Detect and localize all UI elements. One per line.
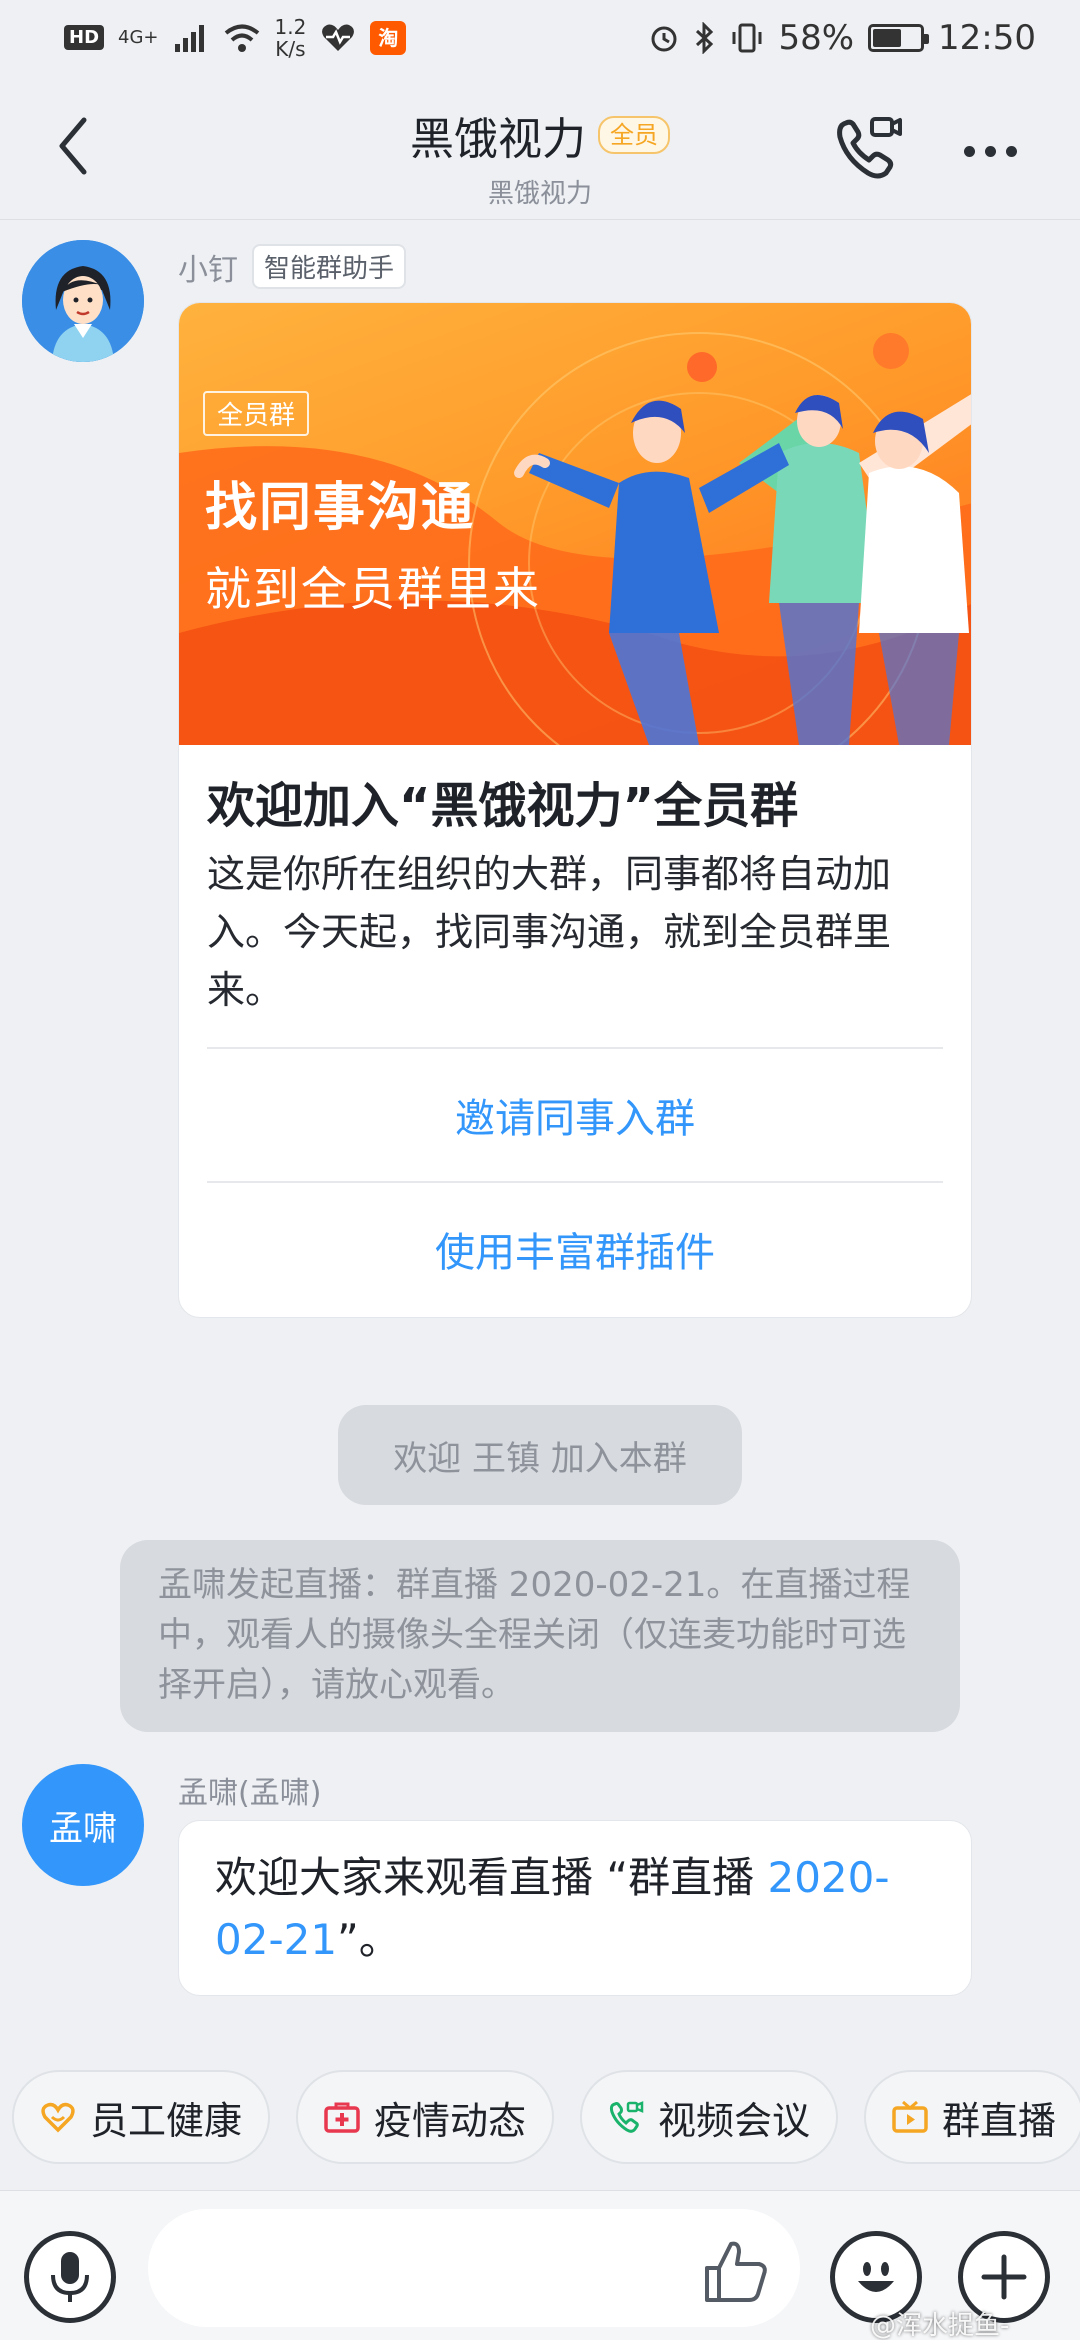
bot-avatar-illustration	[22, 240, 144, 362]
tv-icon	[892, 2099, 928, 2135]
watermark: @浑水捉鱼-	[870, 2311, 1010, 2340]
quick-action-bar: 员工健康 疫情动态 视频会议 群直播	[12, 2070, 1080, 2166]
system-live-notice: 孟啸发起直播：群直播 2020-02-21。在直播过程中，观看人的摄像头全程关闭…	[120, 1540, 960, 1732]
card-body: 欢迎加入“黑饿视力”全员群 这是你所在组织的大群，同事都将自动加入。今天起，找同…	[179, 745, 971, 1019]
quick-action-video-meeting[interactable]: 视频会议	[580, 2070, 839, 2164]
quick-action-label: 员工健康	[90, 2098, 243, 2143]
net-speed: 1.2 K/s	[275, 16, 307, 60]
net-speed-value: 1.2	[274, 14, 307, 39]
video-call-icon	[608, 2099, 644, 2135]
net-speed-unit: K/s	[275, 36, 306, 61]
message-text-end: ”。	[337, 1915, 401, 1964]
heart-icon	[40, 2099, 76, 2135]
user-avatar[interactable]: 孟啸	[22, 1764, 144, 1886]
all-member-badge: 全员	[598, 116, 670, 154]
hd-badge: HD	[64, 25, 105, 50]
taobao-icon: 淘	[370, 20, 407, 55]
quick-action-label: 视频会议	[658, 2098, 811, 2143]
quick-action-label: 群直播	[942, 2098, 1057, 2143]
microphone-icon	[51, 2252, 89, 2302]
battery-icon	[868, 23, 930, 52]
video-call-icon	[837, 117, 902, 179]
group-plugins-button[interactable]: 使用丰富群插件	[179, 1183, 971, 1315]
more-icon-dot	[984, 145, 996, 157]
battery-percent: 58%	[778, 17, 855, 58]
card-title: 欢迎加入“黑饿视力”全员群	[207, 778, 799, 834]
quick-action-epidemic-news[interactable]: 疫情动态	[296, 2070, 555, 2164]
chat-title-block[interactable]: 黑饿视力 全员 黑饿视力	[0, 103, 1080, 210]
more-icon	[963, 145, 975, 157]
wifi-icon	[224, 24, 259, 52]
health-heart-icon	[322, 24, 355, 51]
banner-title: 找同事沟通	[205, 478, 476, 538]
welcome-card[interactable]: 全员群 找同事沟通 就到全员群里来 欢迎加入“黑饿视力”全员群 这是你所在组织的…	[178, 302, 972, 1318]
quick-action-employee-health[interactable]: 员工健康	[12, 2070, 271, 2164]
medical-kit-icon	[324, 2099, 360, 2135]
invite-colleagues-button[interactable]: 邀请同事入群	[179, 1049, 971, 1181]
welcome-banner: 全员群 找同事沟通 就到全员群里来	[179, 303, 971, 745]
clock: 12:50	[938, 17, 1036, 58]
bot-role-tag: 智能群助手	[252, 244, 407, 289]
bluetooth-icon	[696, 21, 714, 54]
group-name: 黑饿视力	[410, 114, 586, 165]
alarm-icon	[651, 26, 677, 51]
system-welcome-message: 欢迎 王镇 加入本群	[338, 1405, 742, 1505]
bot-sender-row: 小钉 智能群助手	[178, 244, 407, 289]
plus-icon	[981, 2254, 1027, 2300]
thumbs-up-button[interactable]	[696, 2231, 776, 2311]
status-left: HD 4G+ 1.2 K/s 淘	[64, 16, 407, 60]
card-description: 这是你所在组织的大群，同事都将自动加入。今天起，找同事沟通，就到全员群里来。	[207, 852, 892, 1012]
thumbs-up-icon	[705, 2241, 767, 2302]
bot-avatar[interactable]	[22, 240, 144, 362]
more-icon-dot	[1005, 145, 1017, 157]
banner-tag: 全员群	[203, 391, 310, 436]
battery-fill	[873, 28, 902, 47]
bot-sender-name: 小钉	[178, 252, 238, 288]
vibrate-icon	[732, 23, 762, 52]
emoji-icon	[858, 2262, 894, 2292]
message-text: 欢迎大家来观看直播 “群直播	[215, 1853, 768, 1902]
status-right: 58% 12:50	[648, 18, 1036, 58]
user-sender-name: 孟啸(孟啸)	[178, 1776, 322, 1811]
more-button[interactable]	[955, 131, 1025, 171]
voice-input-button[interactable]	[24, 2231, 116, 2323]
video-call-button[interactable]	[830, 111, 906, 187]
status-bar: HD 4G+ 1.2 K/s 淘 58% 12:50	[0, 0, 1080, 75]
user-message-bubble[interactable]: 欢迎大家来观看直播 “群直播 2020-02-21”。	[178, 1820, 972, 1996]
quick-action-group-live[interactable]: 群直播	[864, 2070, 1080, 2164]
network-type: 4G+	[118, 26, 159, 48]
signal-icon	[174, 24, 204, 52]
quick-action-label: 疫情动态	[374, 2098, 527, 2143]
chat-header: 黑饿视力 全员 黑饿视力	[0, 75, 1080, 220]
chat-subtitle: 黑饿视力	[487, 179, 592, 209]
chat-title: 黑饿视力 全员	[410, 103, 670, 167]
banner-subtitle: 就到全员群里来	[205, 562, 541, 616]
